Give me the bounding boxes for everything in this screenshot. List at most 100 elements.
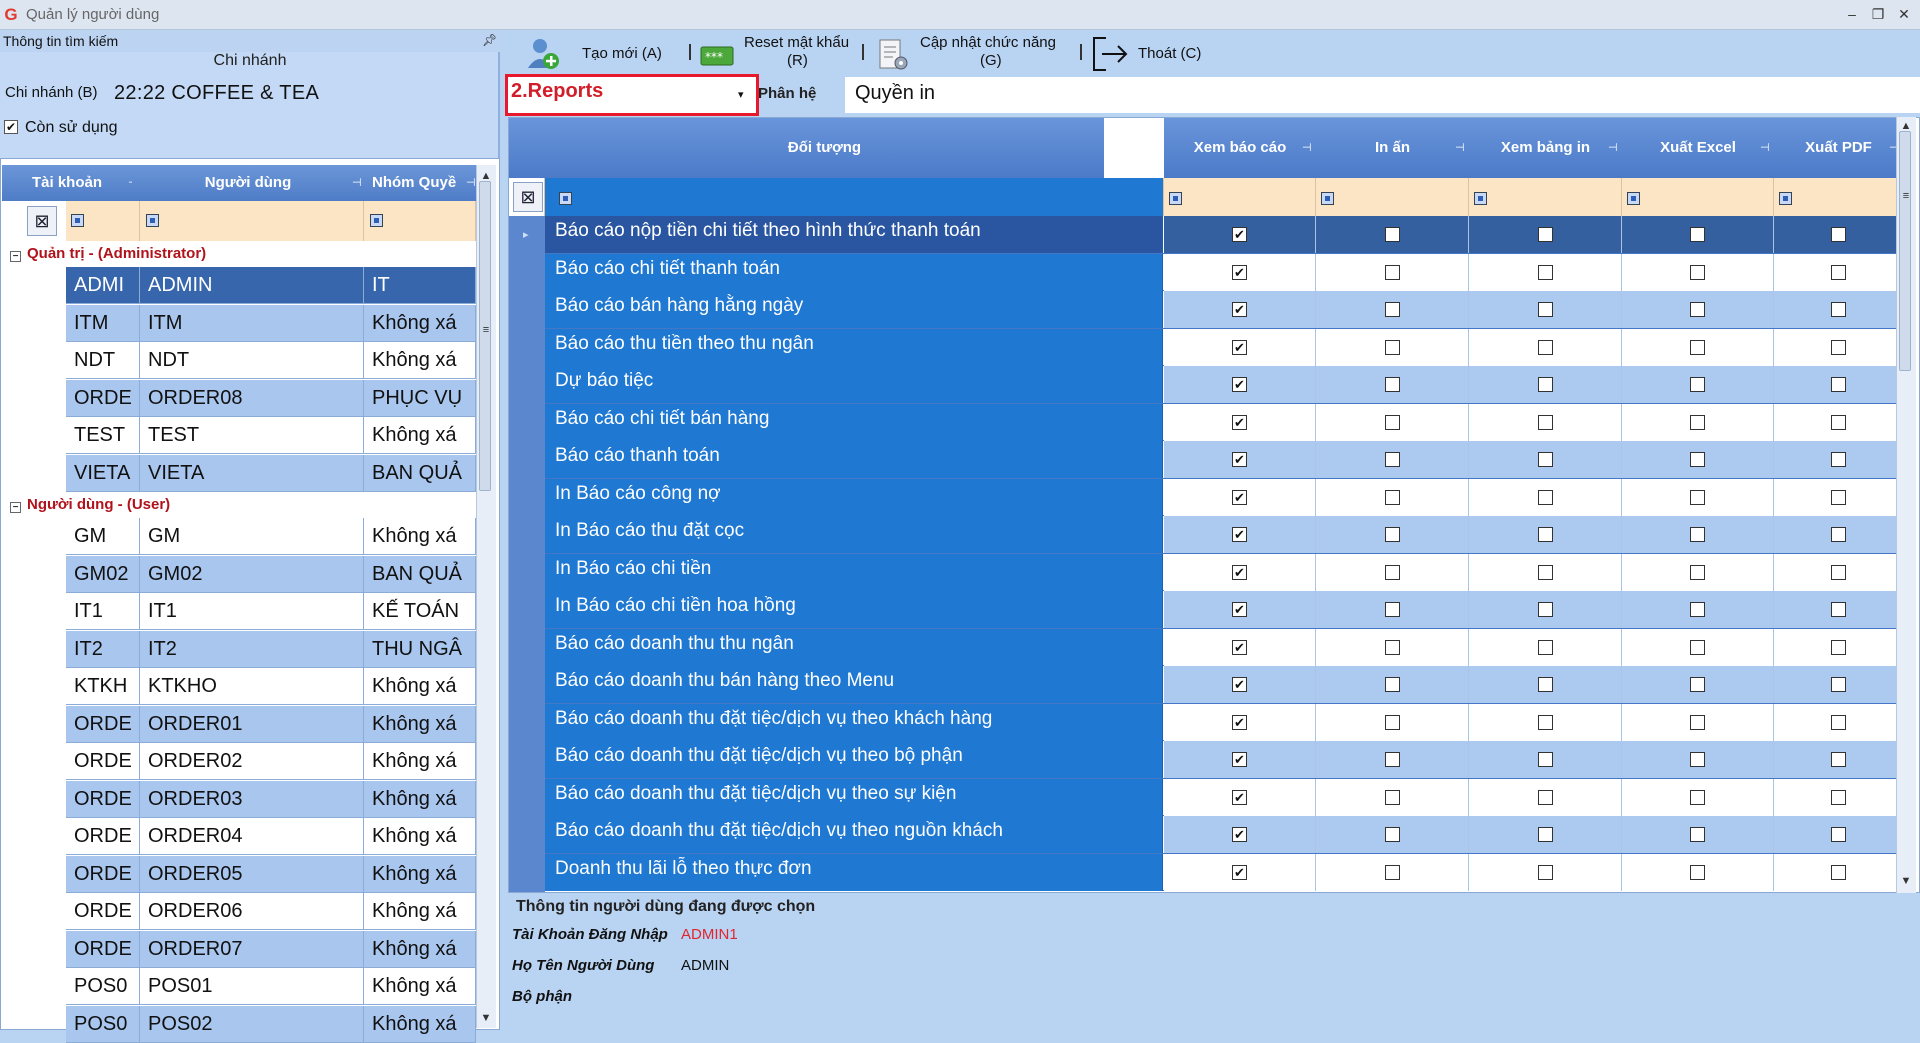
permission-checkbox[interactable] (1690, 564, 1705, 580)
permission-checkbox[interactable]: ✔ (1232, 602, 1247, 617)
permission-checkbox[interactable]: ✔ (1232, 339, 1247, 355)
user-row[interactable]: ITM ITM Không xá (66, 304, 476, 342)
filter-icon[interactable] (1474, 192, 1487, 205)
filter-icon[interactable] (1321, 192, 1334, 205)
permission-checkbox[interactable]: ✔ (1232, 452, 1247, 467)
permission-checkbox[interactable] (1385, 377, 1400, 392)
permission-checkbox[interactable] (1385, 227, 1400, 242)
user-row[interactable]: ORDE ORDER07 Không xá (66, 930, 476, 968)
permission-checkbox[interactable] (1385, 864, 1400, 880)
permission-checkbox[interactable] (1690, 527, 1705, 542)
permission-row[interactable]: Báo cáo thanh toán ✔ (545, 441, 1903, 479)
column-header[interactable]: Xuất PDF (1774, 118, 1903, 178)
scroll-down-icon[interactable]: ▼ (478, 1012, 494, 1024)
permission-checkbox[interactable] (1831, 752, 1846, 767)
permission-checkbox[interactable]: ✔ (1232, 489, 1247, 505)
permission-checkbox[interactable] (1538, 452, 1553, 467)
user-row[interactable]: ORDE ORDER06 Không xá (66, 893, 476, 930)
pin-icon[interactable]: 📌︎ (482, 33, 497, 47)
permission-checkbox[interactable] (1831, 789, 1846, 805)
pin-icon[interactable]: ⊣ (352, 165, 362, 201)
permission-checkbox[interactable] (1385, 827, 1400, 842)
permission-checkbox[interactable]: ✔ (1232, 639, 1247, 655)
scroll-up-icon[interactable]: ▲ (1898, 120, 1914, 132)
user-row[interactable]: ADMI ADMIN IT (66, 267, 476, 304)
user-row[interactable]: ORDE ORDER01 Không xá (66, 705, 476, 743)
permission-checkbox[interactable] (1690, 302, 1705, 317)
permission-checkbox[interactable] (1538, 489, 1553, 505)
filter-icon[interactable] (559, 192, 572, 205)
minimize-icon[interactable]: – (1840, 4, 1864, 24)
permission-checkbox[interactable] (1831, 602, 1846, 617)
permission-checkbox[interactable]: ✔ (1232, 564, 1247, 580)
permission-row[interactable]: Báo cáo bán hàng hằng ngày ✔ (545, 291, 1903, 329)
permission-row[interactable]: Báo cáo doanh thu bán hàng theo Menu ✔ (545, 666, 1903, 704)
pin-icon[interactable]: ⊣ (1455, 118, 1465, 178)
permission-checkbox[interactable]: ✔ (1232, 527, 1247, 542)
permission-checkbox[interactable] (1538, 789, 1553, 805)
permission-checkbox[interactable] (1385, 752, 1400, 767)
user-row[interactable]: IT2 IT2 THU NGÂ (66, 630, 476, 668)
column-header[interactable]: Xem báo cáo (1164, 118, 1316, 178)
permission-checkbox[interactable] (1385, 564, 1400, 580)
pin-icon[interactable]: ⊣ (466, 165, 476, 201)
column-header[interactable]: Đối tượng (545, 118, 1104, 178)
permission-row[interactable]: Báo cáo doanh thu đặt tiệc/dịch vụ theo … (545, 741, 1903, 779)
permission-checkbox[interactable] (1385, 452, 1400, 467)
permission-checkbox[interactable] (1690, 377, 1705, 392)
user-row[interactable]: NDT NDT Không xá (66, 342, 476, 379)
permission-checkbox[interactable] (1385, 714, 1400, 730)
permission-checkbox[interactable]: ✔ (1232, 414, 1247, 430)
permission-row[interactable]: Báo cáo doanh thu đặt tiệc/dịch vụ theo … (545, 778, 1903, 816)
permission-checkbox[interactable] (1538, 639, 1553, 655)
permission-checkbox[interactable]: ✔ (1232, 827, 1247, 842)
branch-select[interactable]: 22:22 COFFEE & TEA (108, 77, 498, 111)
permission-checkbox[interactable]: ✔ (1232, 789, 1247, 805)
scroll-up-icon[interactable]: ▲ (478, 170, 494, 182)
user-row[interactable]: IT1 IT1 KẾ TOÁN (66, 593, 476, 630)
filter-cell[interactable] (545, 178, 1164, 216)
permission-checkbox[interactable] (1385, 302, 1400, 317)
permission-checkbox[interactable] (1538, 564, 1553, 580)
permission-checkbox[interactable] (1538, 602, 1553, 617)
permission-checkbox[interactable] (1385, 489, 1400, 505)
group-row[interactable]: − Quản trị - (Administrator) (2, 241, 476, 267)
column-header[interactable]: Xuất Excel (1622, 118, 1774, 178)
permission-checkbox[interactable] (1385, 677, 1400, 692)
user-row[interactable]: ORDE ORDER04 Không xá (66, 818, 476, 855)
collapse-icon[interactable]: − (10, 251, 21, 262)
permission-checkbox[interactable] (1690, 602, 1705, 617)
restore-icon[interactable]: ❐ (1866, 4, 1890, 24)
permission-checkbox[interactable] (1690, 414, 1705, 430)
permission-row[interactable]: In Báo cáo chi tiền hoa hồng ✔ (545, 591, 1903, 629)
user-row[interactable]: ORDE ORDER03 Không xá (66, 780, 476, 818)
user-row[interactable]: GM02 GM02 BAN QUẢ (66, 555, 476, 593)
permission-grid-scrollbar[interactable] (1896, 117, 1916, 893)
permission-checkbox[interactable] (1690, 752, 1705, 767)
permission-checkbox[interactable] (1690, 264, 1705, 280)
permission-checkbox[interactable] (1538, 414, 1553, 430)
permission-checkbox[interactable] (1831, 827, 1846, 842)
edit-icon[interactable]: ⊠ (27, 206, 57, 236)
permission-checkbox[interactable] (1385, 414, 1400, 430)
permission-checkbox[interactable] (1690, 864, 1705, 880)
permission-checkbox[interactable] (1538, 752, 1553, 767)
edit-icon[interactable]: ⊠ (513, 182, 543, 212)
permission-checkbox[interactable] (1538, 677, 1553, 692)
permission-checkbox[interactable]: ✔ (1232, 752, 1247, 767)
user-row[interactable]: VIETA VIETA BAN QUẢ (66, 454, 476, 492)
permission-checkbox[interactable] (1831, 339, 1846, 355)
permission-checkbox[interactable] (1831, 864, 1846, 880)
permission-checkbox[interactable] (1831, 414, 1846, 430)
permission-checkbox[interactable] (1831, 302, 1846, 317)
column-header-account[interactable]: Tài khoản (2, 165, 132, 201)
filter-icon[interactable] (370, 214, 383, 227)
filter-cell[interactable] (1316, 178, 1469, 216)
filter-icon[interactable] (1779, 192, 1792, 205)
filter-cell-user[interactable] (140, 201, 364, 241)
filter-icon[interactable] (71, 214, 84, 227)
permission-checkbox[interactable] (1385, 264, 1400, 280)
permission-checkbox[interactable] (1690, 789, 1705, 805)
permission-checkbox[interactable] (1831, 377, 1846, 392)
permission-checkbox[interactable] (1690, 339, 1705, 355)
